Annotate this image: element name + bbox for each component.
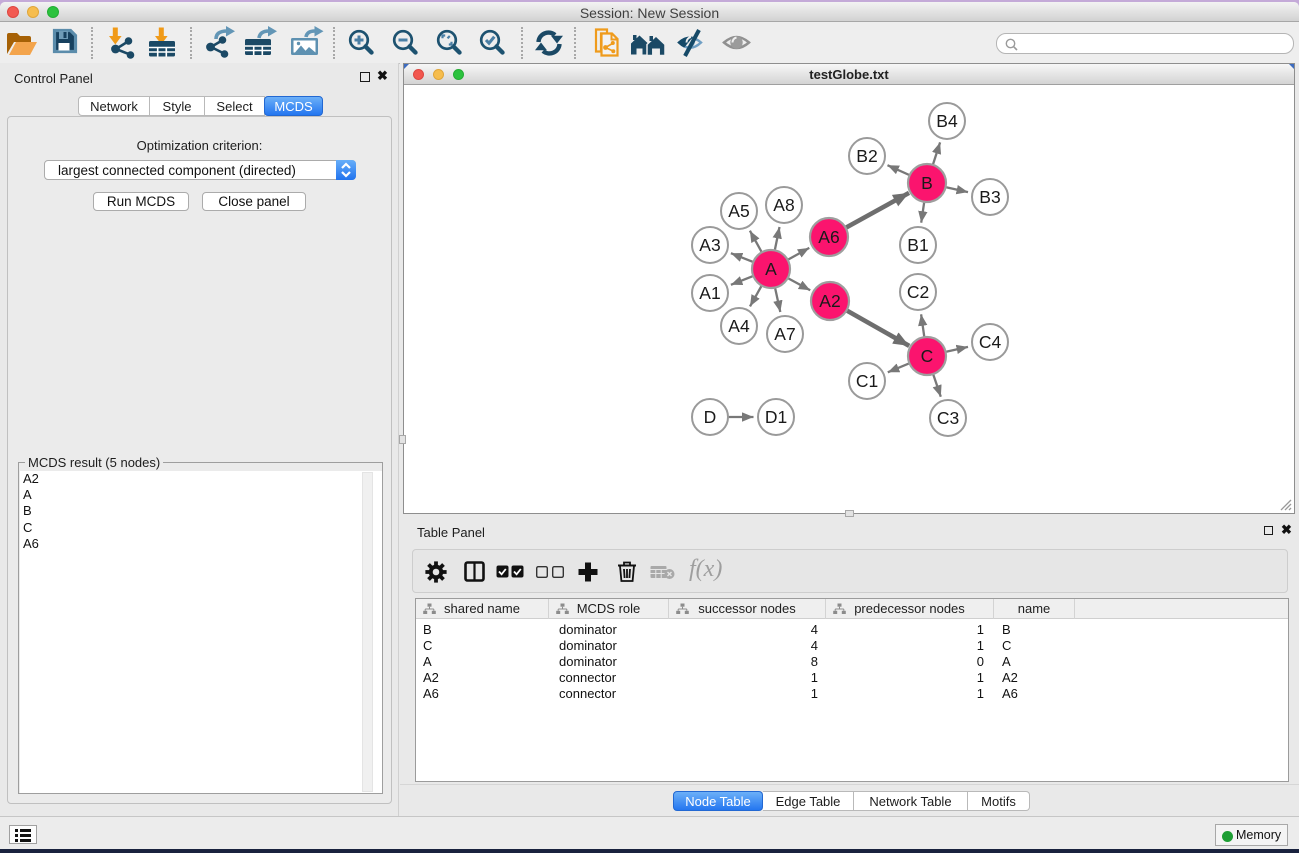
svg-text:C4: C4 — [979, 332, 1002, 352]
svg-text:D: D — [704, 407, 717, 427]
svg-text:B4: B4 — [936, 111, 958, 131]
svg-text:C3: C3 — [937, 408, 959, 428]
svg-text:C: C — [921, 346, 934, 366]
svg-text:B1: B1 — [907, 235, 928, 255]
svg-text:D1: D1 — [765, 407, 787, 427]
svg-text:A1: A1 — [699, 283, 720, 303]
svg-text:A6: A6 — [818, 227, 839, 247]
svg-text:A4: A4 — [728, 316, 750, 336]
svg-text:A3: A3 — [699, 235, 720, 255]
svg-text:A5: A5 — [728, 201, 749, 221]
svg-text:A7: A7 — [774, 324, 795, 344]
svg-text:A2: A2 — [819, 291, 840, 311]
svg-text:C1: C1 — [856, 371, 878, 391]
svg-text:A8: A8 — [773, 195, 794, 215]
svg-text:B2: B2 — [856, 146, 877, 166]
svg-text:C2: C2 — [907, 282, 929, 302]
svg-text:A: A — [765, 259, 777, 279]
svg-text:B3: B3 — [979, 187, 1000, 207]
svg-text:B: B — [921, 173, 933, 193]
